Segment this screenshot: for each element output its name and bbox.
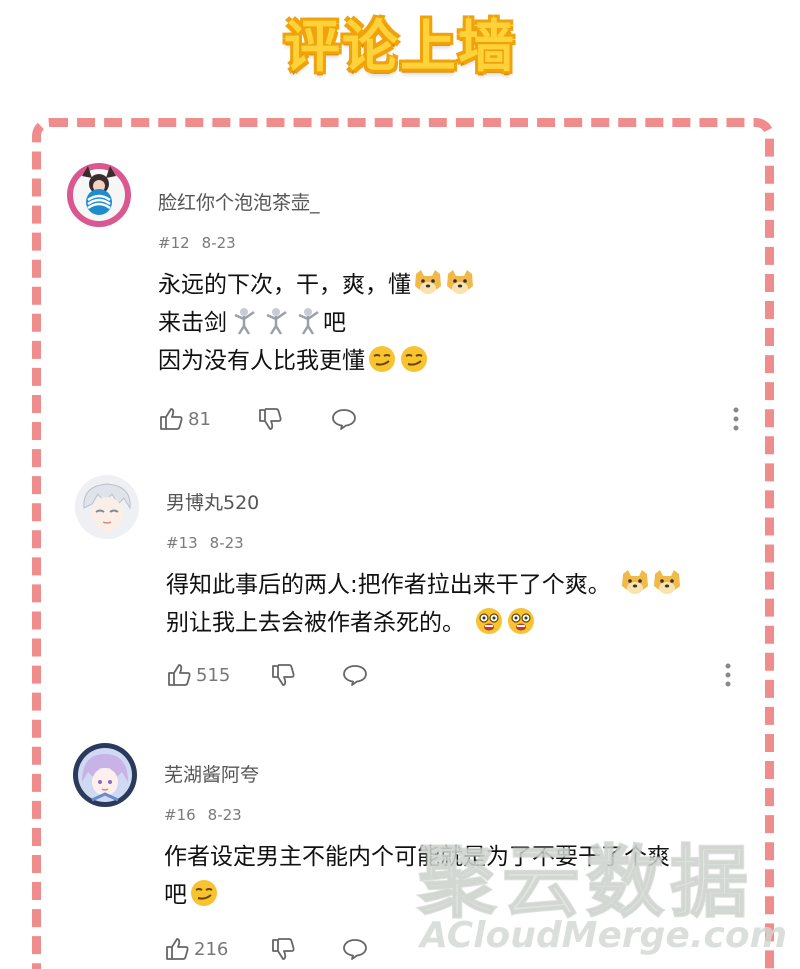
reply-button[interactable]	[342, 936, 368, 962]
purple-hair-girl-avatar-icon	[73, 743, 137, 807]
white-hair-boy-avatar-icon	[75, 475, 139, 539]
comment-body: 永远的下次，干，爽，懂 来击剑 吧 因为没有人比我更懂	[158, 266, 475, 380]
comment-line: 永远的下次，干，爽，懂	[158, 272, 411, 298]
floor-number: #13	[166, 534, 198, 552]
fencing-emoji-icon	[298, 308, 319, 335]
like-count: 81	[188, 408, 211, 430]
comment-actions: 515	[166, 662, 368, 688]
comment-date: 8-23	[201, 234, 236, 252]
reply-button[interactable]	[331, 406, 357, 432]
comment-bubble-icon	[343, 939, 368, 960]
smirk-emoji-icon	[369, 346, 395, 372]
anime-cat-girl-avatar-icon	[67, 163, 131, 227]
like-count: 515	[196, 664, 231, 686]
comment-date: 8-23	[207, 806, 242, 824]
username[interactable]: 脸红你个泡泡茶壶_	[158, 188, 320, 215]
thumbs-down-icon	[272, 938, 295, 960]
comment-bubble-icon	[343, 665, 368, 686]
comment-meta: #12 8-23	[158, 234, 236, 252]
comment-actions: 81	[158, 406, 357, 432]
scared-emoji-icon	[476, 608, 503, 634]
reply-button[interactable]	[342, 662, 368, 688]
comment-actions: 216	[164, 936, 368, 962]
thumbs-up-icon	[166, 938, 189, 960]
comment-meta: #16 8-23	[164, 806, 242, 824]
banner-title: 评论上墙	[284, 15, 516, 80]
comment-bubble-icon	[332, 409, 356, 430]
username[interactable]: 芜湖酱阿夸	[164, 760, 259, 787]
thumbs-up-icon	[160, 408, 183, 430]
comment-line: 得知此事后的两人:把作者拉出来干了个爽。	[166, 572, 611, 598]
avatar[interactable]	[72, 742, 138, 808]
watermark-en: ACloudMerge.com	[420, 915, 788, 956]
comment-line: 因为没有人比我更懂	[158, 348, 365, 374]
comment-line: 来击剑	[158, 310, 227, 336]
smirk-emoji-icon	[401, 346, 427, 372]
comment-body: 得知此事后的两人:把作者拉出来干了个爽。 别让我上去会被作者杀死的。	[166, 566, 682, 642]
doge-emoji-icon	[415, 270, 441, 294]
more-options-icon[interactable]	[732, 406, 740, 432]
fencing-emoji-icon	[266, 308, 287, 335]
like-button[interactable]: 216	[164, 936, 228, 962]
scared-emoji-icon	[508, 608, 535, 634]
floor-number: #12	[158, 234, 190, 252]
fencing-emoji-icon	[234, 308, 255, 335]
comment-line: 吧	[164, 882, 187, 908]
dislike-button[interactable]	[257, 406, 283, 432]
doge-emoji-icon	[654, 570, 681, 594]
thumbs-down-icon	[272, 664, 295, 686]
comment-line: 别让我上去会被作者杀死的。	[166, 610, 465, 636]
dislike-button[interactable]	[270, 936, 296, 962]
thumbs-up-icon	[168, 664, 191, 686]
floor-number: #16	[164, 806, 196, 824]
thumbs-down-icon	[259, 408, 282, 430]
comment-line: 吧	[323, 310, 346, 336]
doge-emoji-icon	[447, 270, 473, 294]
like-count: 216	[194, 938, 229, 960]
comment-date: 8-23	[209, 534, 244, 552]
like-button[interactable]: 81	[158, 406, 211, 432]
avatar[interactable]	[66, 162, 132, 228]
like-button[interactable]: 515	[166, 662, 230, 688]
comment-meta: #13 8-23	[166, 534, 244, 552]
username[interactable]: 男博丸520	[166, 488, 259, 515]
doge-emoji-icon	[622, 570, 649, 594]
smirk-emoji-icon	[191, 880, 217, 906]
dislike-button[interactable]	[270, 662, 296, 688]
avatar[interactable]	[74, 474, 140, 540]
more-options-icon[interactable]	[724, 662, 732, 688]
